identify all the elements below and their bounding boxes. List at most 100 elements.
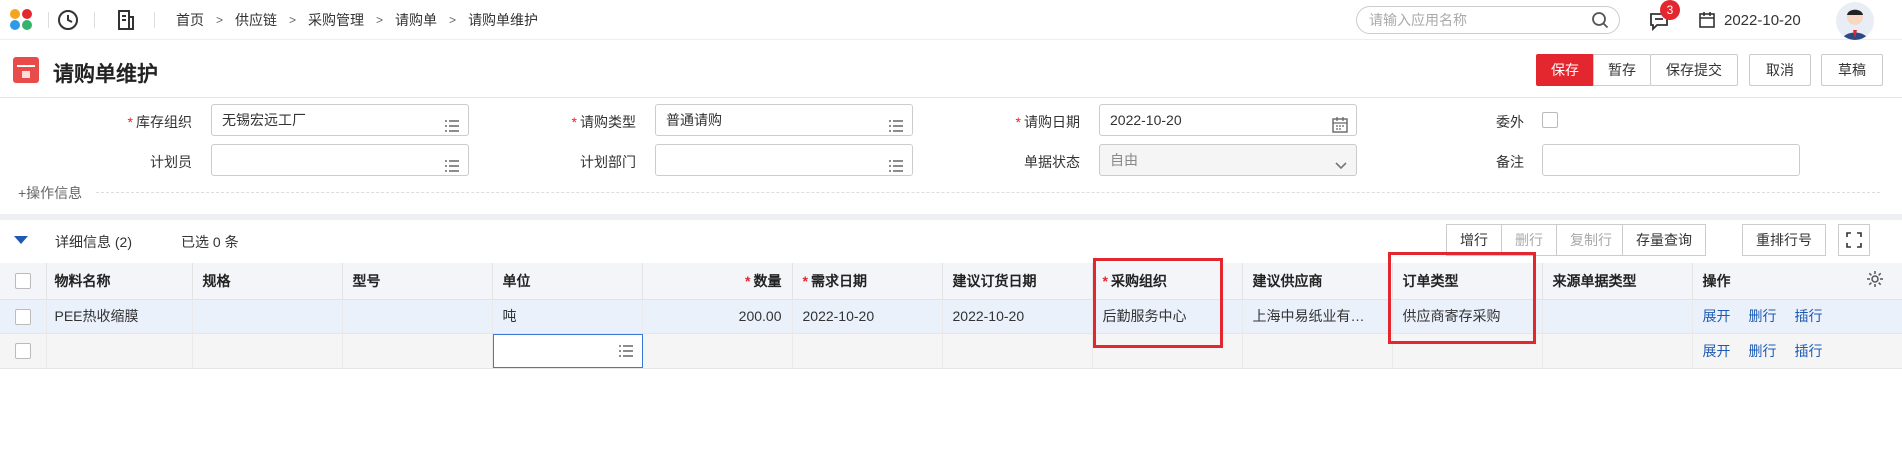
breadcrumb-purchase-mgmt[interactable]: 采购管理 (308, 10, 364, 30)
divider (48, 12, 49, 28)
select-all-checkbox[interactable] (15, 273, 31, 290)
selected-count: 已选 0 条 (181, 234, 239, 250)
req-date-field[interactable]: 2022-10-20 (1099, 104, 1357, 136)
req-type-field[interactable]: 普通请购 (655, 104, 913, 136)
col-demand-date[interactable]: * 需求日期 (792, 263, 943, 300)
plan-dept-field[interactable] (655, 144, 913, 176)
breadcrumb-home[interactable]: 首页 (176, 10, 204, 30)
table-header-row: 物料名称 规格 型号 单位 * 数量 * 需求日期 建议订货日期 * 采购组织 建议供… (0, 263, 1902, 300)
list-icon[interactable] (444, 113, 460, 143)
insert-row-link[interactable]: 插行 (1795, 343, 1823, 359)
status-label: 单据状态 (1024, 154, 1080, 170)
outsource-label: 委外 (1496, 114, 1524, 130)
row-checkbox[interactable] (15, 308, 31, 325)
stock-query-button[interactable]: 存量查询 (1622, 224, 1706, 256)
list-icon[interactable] (888, 113, 904, 143)
breadcrumb-supply-chain[interactable]: 供应链 (235, 10, 277, 30)
settings-icon[interactable] (1866, 270, 1884, 291)
cell-demand-date[interactable]: 2022-10-20 (792, 299, 943, 334)
cell-unit[interactable]: 吨 (492, 299, 643, 334)
plan-dept-label: 计划部门 (580, 154, 636, 170)
search-input[interactable] (1369, 7, 1589, 33)
req-type-label: * 请购类型 (571, 114, 636, 130)
document-icon[interactable] (114, 8, 138, 32)
cell-suggested-supplier[interactable] (1242, 333, 1393, 369)
expand-link[interactable]: 展开 (1703, 308, 1731, 324)
delete-row-link[interactable]: 删行 (1749, 308, 1777, 324)
col-model[interactable]: 型号 (342, 263, 493, 300)
cell-model[interactable] (342, 299, 493, 334)
dashed-divider (96, 192, 1880, 193)
renumber-group: 重排行号 (1742, 224, 1826, 256)
cell-source-doc-type[interactable] (1542, 333, 1693, 369)
table-row[interactable]: PEE热收缩膜 吨 200.00 2022-10-20 2022-10-20 后… (0, 299, 1902, 334)
req-date-value: 2022-10-20 (1110, 112, 1182, 128)
detail-info-label: 详细信息 (2) (55, 234, 132, 250)
inventory-org-field[interactable]: 无锡宏远工厂 (211, 104, 469, 136)
user-avatar[interactable] (1836, 2, 1874, 40)
col-unit[interactable]: 单位 (492, 263, 643, 300)
section-divider (0, 214, 1902, 220)
stock-query-group: 存量查询 (1622, 224, 1706, 256)
planner-field[interactable] (211, 144, 469, 176)
col-suggested-supplier[interactable]: 建议供应商 (1242, 263, 1393, 300)
notification-badge: 3 (1660, 0, 1680, 20)
delete-row-link[interactable]: 删行 (1749, 343, 1777, 359)
ops-info-toggle[interactable]: +操作信息 (18, 183, 82, 203)
cancel-button[interactable]: 取消 (1749, 54, 1811, 86)
cell-demand-date[interactable] (792, 333, 943, 369)
col-material-name[interactable]: 物料名称 (46, 263, 193, 300)
breadcrumb-current: 请购单维护 (468, 12, 539, 28)
outsource-checkbox[interactable] (1542, 112, 1558, 128)
cell-spec[interactable] (192, 299, 343, 334)
col-suggested-order-date[interactable]: 建议订货日期 (942, 263, 1093, 300)
cell-model[interactable] (342, 333, 493, 369)
temp-save-button[interactable]: 暂存 (1593, 54, 1651, 86)
title-bar: 请购单维护 保存 暂存 保存提交 取消 草稿 (0, 40, 1902, 98)
breadcrumb-requisition[interactable]: 请购单 (395, 10, 437, 30)
calendar-icon[interactable] (1332, 113, 1348, 143)
app-logo[interactable] (10, 9, 34, 31)
date-display[interactable]: 2022-10-20 (1698, 0, 1801, 40)
expand-link[interactable]: 展开 (1703, 343, 1731, 359)
chevron-down-icon (1334, 153, 1348, 183)
fullscreen-icon[interactable] (1838, 224, 1870, 256)
chevron-right-icon: > (376, 13, 384, 27)
collapse-triangle-icon[interactable] (14, 236, 28, 244)
req-date-label: * 请购日期 (1015, 114, 1080, 130)
history-icon[interactable] (56, 8, 80, 32)
list-icon[interactable] (444, 153, 460, 183)
cell-unit[interactable] (492, 333, 643, 369)
col-spec[interactable]: 规格 (192, 263, 343, 300)
planner-label: 计划员 (150, 154, 192, 170)
cell-source-doc-type[interactable] (1542, 299, 1693, 334)
renumber-button[interactable]: 重排行号 (1742, 224, 1826, 256)
row-select-cell (0, 333, 47, 369)
search-icon[interactable] (1591, 11, 1609, 32)
cell-quantity[interactable]: 200.00 (642, 299, 793, 334)
save-button[interactable]: 保存 (1536, 54, 1594, 86)
unit-editor[interactable] (492, 333, 643, 368)
insert-row-link[interactable]: 插行 (1795, 308, 1823, 324)
remark-label: 备注 (1496, 154, 1524, 170)
save-submit-button[interactable]: 保存提交 (1650, 54, 1738, 86)
cell-suggested-order-date[interactable] (942, 333, 1093, 369)
list-icon[interactable] (618, 344, 634, 361)
draft-button[interactable]: 草稿 (1821, 54, 1883, 86)
list-icon[interactable] (888, 153, 904, 183)
chevron-right-icon: > (289, 13, 297, 27)
cell-quantity[interactable] (642, 333, 793, 369)
cell-material-name[interactable] (46, 333, 193, 369)
col-quantity[interactable]: * 数量 (642, 263, 793, 300)
remark-field[interactable] (1542, 144, 1800, 176)
row-checkbox[interactable] (15, 343, 31, 360)
cell-spec[interactable] (192, 333, 343, 369)
col-source-doc-type[interactable]: 来源单据类型 (1542, 263, 1693, 300)
copy-row-button[interactable]: 复制行 (1557, 224, 1626, 256)
cell-material-name[interactable]: PEE热收缩膜 (46, 299, 193, 334)
cell-suggested-supplier[interactable]: 上海中易纸业有… (1242, 299, 1393, 334)
status-field: 自由 (1099, 144, 1357, 176)
cell-suggested-order-date[interactable]: 2022-10-20 (942, 299, 1093, 334)
table-row[interactable]: 展开 删行 插行 (0, 333, 1902, 369)
cell-actions: 展开 删行 插行 (1692, 333, 1902, 369)
